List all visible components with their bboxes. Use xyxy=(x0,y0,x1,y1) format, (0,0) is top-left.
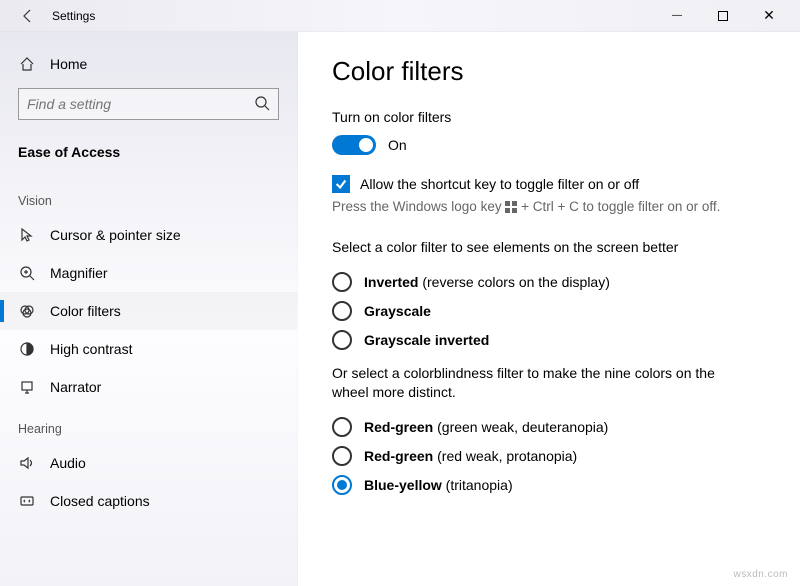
section-vision: Vision xyxy=(0,186,297,216)
window-title: Settings xyxy=(48,9,654,23)
sidebar-item-label: High contrast xyxy=(50,341,132,357)
sidebar-item-color-filters[interactable]: Color filters xyxy=(0,292,297,330)
color-filters-icon xyxy=(18,303,36,319)
titlebar: Settings — ✕ xyxy=(0,0,800,32)
sidebar-item-label: Magnifier xyxy=(50,265,108,281)
shortcut-hint: Press the Windows logo key + Ctrl + C to… xyxy=(332,199,766,214)
sidebar: Home Ease of Access Vision Cursor & poin… xyxy=(0,32,298,586)
home-nav[interactable]: Home xyxy=(0,52,297,88)
square-icon xyxy=(718,11,728,21)
main-panel: Color filters Turn on color filters On A… xyxy=(298,32,800,586)
colorblind-section-label: Or select a colorblindness filter to mak… xyxy=(332,364,752,403)
arrow-left-icon xyxy=(20,8,36,24)
radio-icon xyxy=(332,301,352,321)
watermark: wsxdn.com xyxy=(733,569,788,580)
search-input[interactable] xyxy=(27,96,254,112)
filter-section-label: Select a color filter to see elements on… xyxy=(332,238,752,258)
sidebar-item-magnifier[interactable]: Magnifier xyxy=(0,254,297,292)
minimize-button[interactable]: — xyxy=(654,0,700,32)
shortcut-checkbox-label: Allow the shortcut key to toggle filter … xyxy=(360,176,639,192)
minus-icon: — xyxy=(672,10,682,21)
category-label: Ease of Access xyxy=(0,138,297,178)
color-filters-toggle[interactable] xyxy=(332,135,376,155)
home-label: Home xyxy=(50,56,87,72)
close-button[interactable]: ✕ xyxy=(746,0,792,32)
radio-icon xyxy=(332,272,352,292)
narrator-icon xyxy=(18,379,36,395)
check-icon xyxy=(334,177,348,191)
sidebar-item-cursor-pointer[interactable]: Cursor & pointer size xyxy=(0,216,297,254)
section-hearing: Hearing xyxy=(0,414,297,444)
radio-icon xyxy=(332,446,352,466)
windows-key-icon xyxy=(505,201,517,213)
radio-inverted[interactable]: Inverted (reverse colors on the display) xyxy=(332,272,766,292)
search-box[interactable] xyxy=(18,88,279,120)
radio-grayscale[interactable]: Grayscale xyxy=(332,301,766,321)
captions-icon xyxy=(18,493,36,509)
contrast-icon xyxy=(18,341,36,357)
close-icon: ✕ xyxy=(763,7,775,24)
sidebar-item-narrator[interactable]: Narrator xyxy=(0,368,297,406)
sidebar-item-high-contrast[interactable]: High contrast xyxy=(0,330,297,368)
magnifier-icon xyxy=(18,265,36,281)
cursor-icon xyxy=(18,227,36,243)
audio-icon xyxy=(18,455,36,471)
toggle-state: On xyxy=(388,137,407,153)
radio-icon xyxy=(332,417,352,437)
home-icon xyxy=(18,56,36,72)
shortcut-checkbox[interactable] xyxy=(332,175,350,193)
sidebar-item-label: Closed captions xyxy=(50,493,150,509)
radio-protanopia[interactable]: Red-green (red weak, protanopia) xyxy=(332,446,766,466)
radio-tritanopia[interactable]: Blue-yellow (tritanopia) xyxy=(332,475,766,495)
toggle-label: Turn on color filters xyxy=(332,109,766,125)
sidebar-item-label: Cursor & pointer size xyxy=(50,227,181,243)
page-title: Color filters xyxy=(332,56,766,87)
sidebar-item-closed-captions[interactable]: Closed captions xyxy=(0,482,297,520)
radio-icon xyxy=(332,330,352,350)
sidebar-item-label: Color filters xyxy=(50,303,121,319)
search-icon xyxy=(254,95,270,114)
sidebar-item-audio[interactable]: Audio xyxy=(0,444,297,482)
back-button[interactable] xyxy=(8,8,48,24)
sidebar-item-label: Narrator xyxy=(50,379,101,395)
radio-deuteranopia[interactable]: Red-green (green weak, deuteranopia) xyxy=(332,417,766,437)
sidebar-item-label: Audio xyxy=(50,455,86,471)
maximize-button[interactable] xyxy=(700,0,746,32)
radio-icon xyxy=(332,475,352,495)
radio-grayscale-inverted[interactable]: Grayscale inverted xyxy=(332,330,766,350)
